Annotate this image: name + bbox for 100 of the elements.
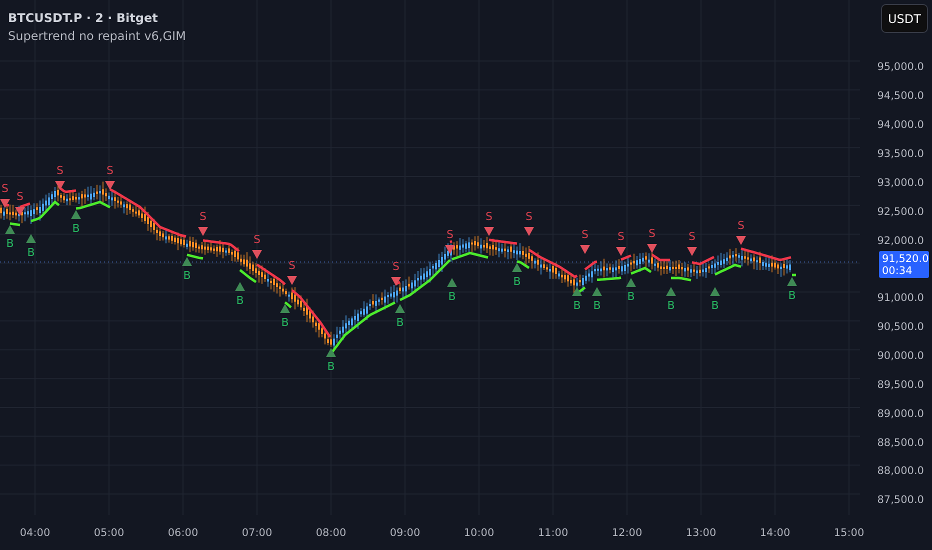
sell-signal-label: S <box>106 164 114 177</box>
up-triangle-icon <box>666 287 676 296</box>
buy-signal-label: B <box>788 289 796 302</box>
price-label: 87,500.0 <box>877 494 924 506</box>
supertrend-line <box>671 276 692 282</box>
price-label: 89,000.0 <box>877 408 924 420</box>
up-triangle-icon <box>326 348 336 357</box>
indicator-name: Supertrend no repaint v6,GIM <box>8 28 186 45</box>
buy-signal-label: B <box>667 299 675 312</box>
up-triangle-icon <box>235 282 245 291</box>
time-label: 12:00 <box>612 526 642 538</box>
up-triangle-icon <box>512 263 522 272</box>
buy-signal-label: B <box>573 299 581 312</box>
up-triangle-icon <box>5 225 15 234</box>
supertrend-line <box>450 240 452 244</box>
buy-signal-label: B <box>593 299 601 312</box>
price-label: 94,000.0 <box>877 119 924 132</box>
supertrend-line <box>630 266 652 275</box>
down-triangle-icon <box>616 247 626 256</box>
up-triangle-icon <box>447 278 457 287</box>
down-triangle-icon <box>445 245 455 254</box>
price-label: 90,500.0 <box>877 321 924 334</box>
price-label: 90,000.0 <box>877 350 924 362</box>
time-label: 14:00 <box>760 526 790 538</box>
up-triangle-icon <box>182 257 192 266</box>
time-label: 06:00 <box>168 526 198 538</box>
buy-signal-label: B <box>513 275 521 288</box>
buy-signal-label: B <box>72 222 80 235</box>
time-label: 07:00 <box>242 526 272 538</box>
buy-signal-label: B <box>448 290 456 303</box>
time-label: 09:00 <box>390 526 420 538</box>
supertrend-line <box>576 286 586 294</box>
down-triangle-icon <box>687 247 697 256</box>
sell-signal-label: S <box>526 210 532 223</box>
supertrend-line <box>792 274 796 276</box>
sell-signal-label: S <box>288 259 296 272</box>
price-label: 89,500.0 <box>877 378 924 391</box>
sell-signal-label: S <box>618 230 624 243</box>
down-triangle-icon <box>252 250 262 259</box>
time-label: 13:00 <box>686 526 716 538</box>
down-triangle-icon <box>391 277 401 286</box>
currency-button[interactable]: USDT <box>881 4 928 33</box>
sell-signal-label: S <box>200 210 206 223</box>
time-label: 15:00 <box>834 526 864 538</box>
down-triangle-icon <box>55 181 65 190</box>
price-label: 95,000.0 <box>877 61 924 74</box>
supertrend-line <box>488 238 518 245</box>
supertrend-line <box>596 276 622 282</box>
sell-signal-label: S <box>582 228 588 241</box>
supertrend-line <box>10 222 20 226</box>
sell-signal-label: S <box>648 227 656 240</box>
price-label: 92,000.0 <box>877 234 924 247</box>
sell-signal-label: S <box>2 182 8 195</box>
buy-signal-label: B <box>6 237 14 250</box>
down-triangle-icon <box>580 245 590 254</box>
up-triangle-icon <box>787 277 797 286</box>
time-label: 11:00 <box>538 526 568 538</box>
down-triangle-icon <box>736 236 746 245</box>
up-triangle-icon <box>26 234 36 243</box>
down-triangle-icon <box>524 227 534 236</box>
buy-signal-label: B <box>711 299 719 312</box>
up-triangle-icon <box>71 210 81 219</box>
down-triangle-icon <box>287 276 297 285</box>
price-label: 92,500.0 <box>877 206 924 218</box>
price-label: 94,500.0 <box>877 90 924 102</box>
price-label: 88,000.0 <box>877 465 924 478</box>
sell-signal-label: S <box>392 260 400 273</box>
price-label: 93,500.0 <box>877 148 924 160</box>
supertrend-line <box>620 254 632 261</box>
up-triangle-icon <box>626 278 636 287</box>
buy-signal-label: B <box>327 360 335 373</box>
sell-signal-label: S <box>688 230 696 243</box>
sell-signal-label: S <box>254 233 260 246</box>
buy-signal-label: B <box>236 294 244 307</box>
time-label: 08:00 <box>316 526 346 538</box>
price-label: 93,000.0 <box>877 176 924 189</box>
up-triangle-icon <box>395 304 405 313</box>
last-price: 91,520.0 <box>882 252 929 264</box>
sell-signal-label: S <box>738 219 744 232</box>
supertrend-line <box>59 187 76 194</box>
supertrend-line <box>584 260 598 270</box>
price-label: 88,500.0 <box>877 436 924 449</box>
sell-signal-label: S <box>56 164 64 177</box>
buy-signal-label: B <box>183 269 191 282</box>
bar-countdown: 00:34 <box>882 264 914 276</box>
symbol-title: BTCUSDT.P · 2 · Bitget <box>8 10 159 27</box>
up-triangle-icon <box>710 287 720 296</box>
down-triangle-icon <box>105 181 115 190</box>
supertrend-line <box>740 247 792 262</box>
down-triangle-icon <box>198 227 208 236</box>
time-label: 04:00 <box>20 526 50 538</box>
buy-signal-label: B <box>281 316 289 329</box>
sell-signal-label: S <box>16 190 24 203</box>
buy-signal-label: B <box>627 290 635 303</box>
buy-signal-label: B <box>396 316 404 329</box>
up-triangle-icon <box>280 304 290 313</box>
time-label: 05:00 <box>94 526 124 538</box>
time-label: 10:00 <box>464 526 494 538</box>
down-triangle-icon <box>484 227 494 236</box>
supertrend-line <box>651 254 670 262</box>
